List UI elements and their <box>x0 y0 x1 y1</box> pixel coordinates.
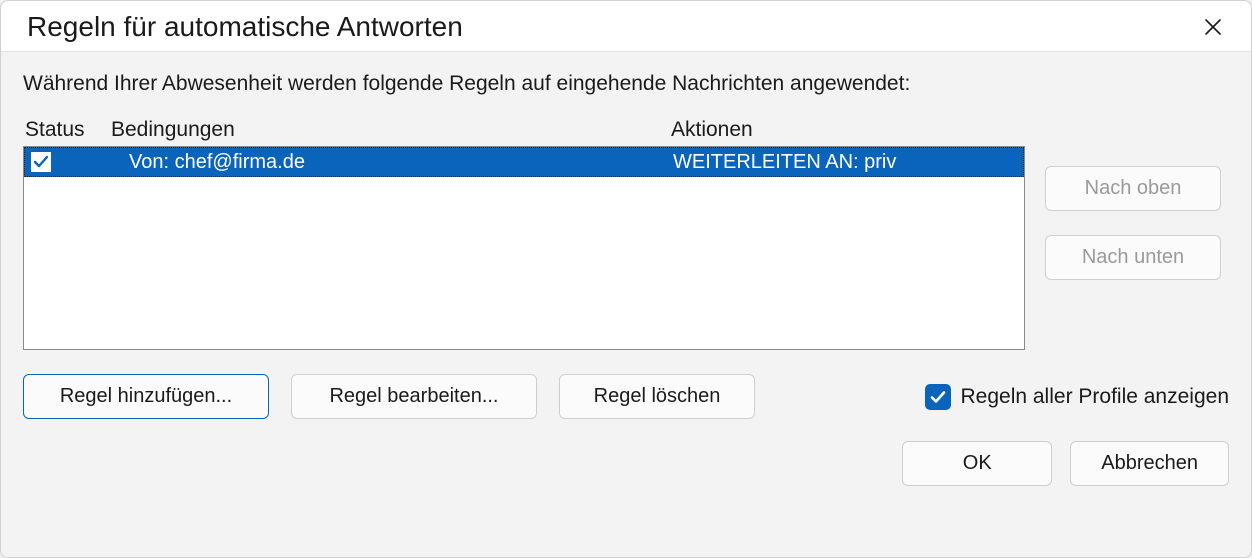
column-header-actions: Aktionen <box>671 118 1025 142</box>
cancel-button[interactable]: Abbrechen <box>1070 441 1229 486</box>
close-icon <box>1204 18 1222 36</box>
auto-reply-rules-dialog: Regeln für automatische Antworten Währen… <box>0 0 1252 558</box>
main-row: Status Bedingungen Aktionen Von: chef@fi… <box>23 118 1229 350</box>
dialog-description: Während Ihrer Abwesenheit werden folgend… <box>23 72 1229 96</box>
reorder-buttons: Nach oben Nach unten <box>1045 118 1221 350</box>
edit-rule-button[interactable]: Regel bearbeiten... <box>291 374 537 419</box>
footer-buttons: OK Abbrechen <box>23 441 1229 486</box>
checkmark-icon <box>929 388 947 406</box>
checkbox-box <box>925 384 951 410</box>
checkmark-icon <box>33 154 49 170</box>
move-up-button[interactable]: Nach oben <box>1045 166 1221 211</box>
rules-table-area: Status Bedingungen Aktionen Von: chef@fi… <box>23 118 1025 350</box>
rules-grid[interactable]: Von: chef@firma.de WEITERLEITEN AN: priv <box>23 146 1025 350</box>
close-button[interactable] <box>1197 11 1229 43</box>
rule-row[interactable]: Von: chef@firma.de WEITERLEITEN AN: priv <box>24 147 1024 177</box>
delete-rule-button[interactable]: Regel löschen <box>559 374 755 419</box>
dialog-content: Während Ihrer Abwesenheit werden folgend… <box>1 51 1251 557</box>
column-headers: Status Bedingungen Aktionen <box>23 118 1025 146</box>
show-all-profiles-checkbox[interactable]: Regeln aller Profile anzeigen <box>925 384 1230 410</box>
column-header-status: Status <box>23 118 111 142</box>
rule-action-cell: WEITERLEITEN AN: priv <box>673 151 1023 174</box>
add-rule-button[interactable]: Regel hinzufügen... <box>23 374 269 419</box>
move-down-button[interactable]: Nach unten <box>1045 235 1221 280</box>
titlebar: Regeln für automatische Antworten <box>1 1 1251 51</box>
ok-button[interactable]: OK <box>902 441 1052 486</box>
show-all-profiles-label: Regeln aller Profile anzeigen <box>961 385 1230 409</box>
rule-status-cell <box>25 152 113 172</box>
column-header-conditions: Bedingungen <box>111 118 671 142</box>
bottom-toolbar: Regel hinzufügen... Regel bearbeiten... … <box>23 374 1229 419</box>
rule-status-checkbox[interactable] <box>31 152 51 172</box>
rule-condition-cell: Von: chef@firma.de <box>113 151 673 174</box>
dialog-title: Regeln für automatische Antworten <box>27 11 463 43</box>
